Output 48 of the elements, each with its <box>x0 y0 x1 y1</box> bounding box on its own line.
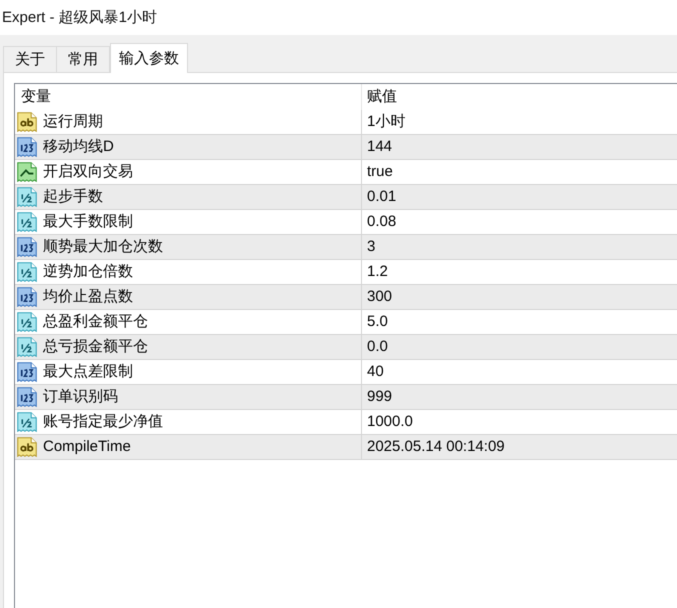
parameter-value[interactable]: true <box>362 163 677 181</box>
parameter-value[interactable]: 0.08 <box>362 213 677 231</box>
column-header: 变量 <box>15 84 362 110</box>
page-fraction-icon <box>17 262 37 282</box>
parameter-name: 最大手数限制 <box>43 213 133 231</box>
parameter-name: 运行周期 <box>43 113 103 131</box>
parameter-value[interactable]: 3 <box>362 238 677 256</box>
parameter-name: 账号指定最少净值 <box>43 413 163 431</box>
parameter-value[interactable]: 40 <box>362 363 677 381</box>
parameter-value[interactable]: 1000.0 <box>362 413 677 431</box>
parameter-value[interactable]: 5.0 <box>362 313 677 331</box>
parameter-name: 总盈利金额平仓 <box>43 313 148 331</box>
page-letters-icon <box>17 112 37 132</box>
parameter-name: 逆势加仓倍数 <box>43 263 133 281</box>
parameter-value[interactable]: 0.01 <box>362 188 677 206</box>
page-digits-icon <box>17 387 37 407</box>
page-digits-icon <box>17 287 37 307</box>
parameter-name: 顺势最大加仓次数 <box>43 238 163 256</box>
parameter-value[interactable]: 1.2 <box>362 263 677 281</box>
page-fraction-icon <box>17 337 37 357</box>
tab[interactable]: 关于 <box>3 46 57 72</box>
page-fraction-icon <box>17 412 37 432</box>
parameter-name: 起步手数 <box>43 188 103 206</box>
parameter-value[interactable]: 300 <box>362 288 677 306</box>
parameter-name: 总亏损金额平仓 <box>43 338 148 356</box>
parameter-value[interactable]: 144 <box>362 138 677 156</box>
page-letters-icon <box>17 437 37 457</box>
page-line-icon <box>17 162 37 182</box>
page-digits-icon <box>17 137 37 157</box>
tab[interactable]: 输入参数 <box>110 43 188 73</box>
parameter-name: 开启双向交易 <box>43 163 133 181</box>
parameter-value[interactable]: 0.0 <box>362 338 677 356</box>
window-title: Expert - 超级风暴1小时 <box>2 8 158 26</box>
page-digits-icon <box>17 362 37 382</box>
page-fraction-icon <box>17 187 37 207</box>
page-fraction-icon <box>17 312 37 332</box>
page-fraction-icon <box>17 212 37 232</box>
parameter-name: CompileTime <box>43 438 131 456</box>
parameter-name: 订单识别码 <box>43 388 118 406</box>
parameter-value[interactable]: 1小时 <box>362 113 677 131</box>
parameter-value[interactable]: 999 <box>362 388 677 406</box>
parameter-name: 移动均线D <box>43 138 114 156</box>
tab[interactable]: 常用 <box>56 46 110 72</box>
parameter-name: 最大点差限制 <box>43 363 133 381</box>
column-header: 赋值 <box>366 88 398 106</box>
parameter-value[interactable]: 2025.05.14 00:14:09 <box>362 438 677 456</box>
parameter-name: 均价止盈点数 <box>43 288 133 306</box>
page-digits-icon <box>17 237 37 257</box>
